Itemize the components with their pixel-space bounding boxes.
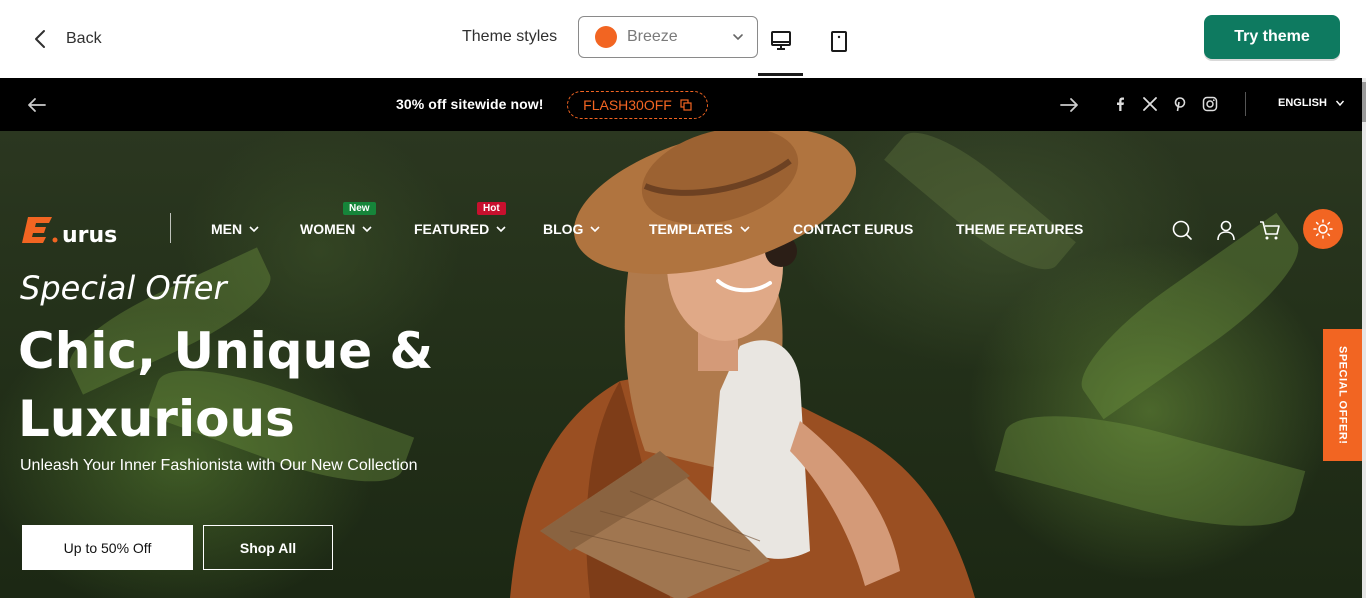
coupon-code-button[interactable]: FLASH30OFF [567,91,708,119]
theme-styles-label: Theme styles [462,28,558,45]
nav-label: WOMEN [300,221,356,237]
back-label: Back [66,30,102,47]
active-device-indicator [758,73,803,76]
new-badge: New [343,202,376,215]
style-select-value: Breeze [627,28,678,45]
theme-toggle-button[interactable] [1303,209,1343,249]
mobile-icon[interactable] [826,28,852,54]
hero-description: Unleash Your Inner Fashionista with Our … [20,457,418,474]
nav-item-women[interactable]: WOMEN [300,221,373,237]
arrow-left-icon[interactable] [26,94,48,116]
svg-text:urus: urus [62,223,117,245]
chevron-down-icon [249,226,259,233]
style-swatch [595,26,617,48]
search-icon[interactable] [1170,218,1194,242]
back-button[interactable]: Back [30,24,102,54]
special-offer-tab[interactable]: SPECIAL OFFER! [1323,329,1362,461]
nav-item-featured[interactable]: FEATURED [414,221,507,237]
x-twitter-icon[interactable] [1142,96,1158,112]
arrow-right-icon[interactable] [1058,94,1080,116]
nav-label: MEN [211,221,243,237]
account-icon[interactable] [1214,218,1238,242]
facebook-icon[interactable] [1112,96,1128,112]
announcement-divider [1245,92,1246,116]
announcement-bar: 30% off sitewide now! FLASH30OFF ENGLISH [0,78,1362,131]
chevron-down-icon [733,34,743,41]
copy-icon [680,99,692,111]
nav-item-theme-features[interactable]: THEME FEATURES [956,221,1083,237]
pinterest-icon[interactable] [1172,96,1188,112]
hot-badge: Hot [477,202,506,215]
chevron-down-icon [362,226,372,233]
eurus-logo[interactable]: urus [22,215,142,245]
language-selector[interactable]: ENGLISH [1278,97,1345,109]
cart-icon[interactable] [1258,218,1282,242]
scrollbar-thumb[interactable] [1362,82,1366,122]
special-offer-label: SPECIAL OFFER! [1336,345,1349,445]
nav-label: FEATURED [414,221,490,237]
preview-scrollbar[interactable] [1362,78,1366,598]
nav-label: CONTACT EURUS [793,221,914,237]
chevron-down-icon [590,226,601,233]
shop-all-button[interactable]: Shop All [203,525,333,570]
nav-label: THEME FEATURES [956,221,1084,237]
nav-label: TEMPLATES [649,221,733,237]
chevron-left-icon [35,30,45,48]
coupon-code: FLASH30OFF [583,97,672,113]
nav-item-templates[interactable]: TEMPLATES [649,221,751,237]
announcement-message: 30% off sitewide now! [396,96,544,112]
editor-toolbar: Back Theme styles Breeze Try theme [0,0,1366,78]
nav-item-blog[interactable]: BLOG [543,221,601,237]
foliage-decoration [1063,212,1317,420]
foliage-decoration [994,393,1306,549]
hero-subtitle: Special Offer [20,269,227,307]
up-to-50-off-button[interactable]: Up to 50% Off [22,525,193,570]
header-divider [170,213,171,243]
chevron-down-icon [496,226,506,233]
sun-icon [1313,219,1333,239]
hero-model-image [510,131,975,598]
language-label: ENGLISH [1278,97,1327,109]
instagram-icon[interactable] [1202,96,1218,112]
theme-style-select[interactable]: Breeze [578,16,758,58]
nav-item-men[interactable]: MEN [211,221,260,237]
chevron-down-icon [740,226,750,233]
store-preview: 30% off sitewide now! FLASH30OFF ENGLISH [0,78,1362,598]
desktop-icon[interactable] [768,28,794,54]
nav-item-contact-eurus[interactable]: CONTACT EURUS [793,221,913,237]
hero-title: Chic, Unique & Luxurious [18,322,434,448]
chevron-down-icon [1335,100,1344,107]
nav-label: BLOG [543,221,584,237]
try-theme-button[interactable]: Try theme [1204,15,1340,59]
hero-banner: urus New Hot MEN WOMEN FEATURED BLOG TEM… [0,131,1362,598]
